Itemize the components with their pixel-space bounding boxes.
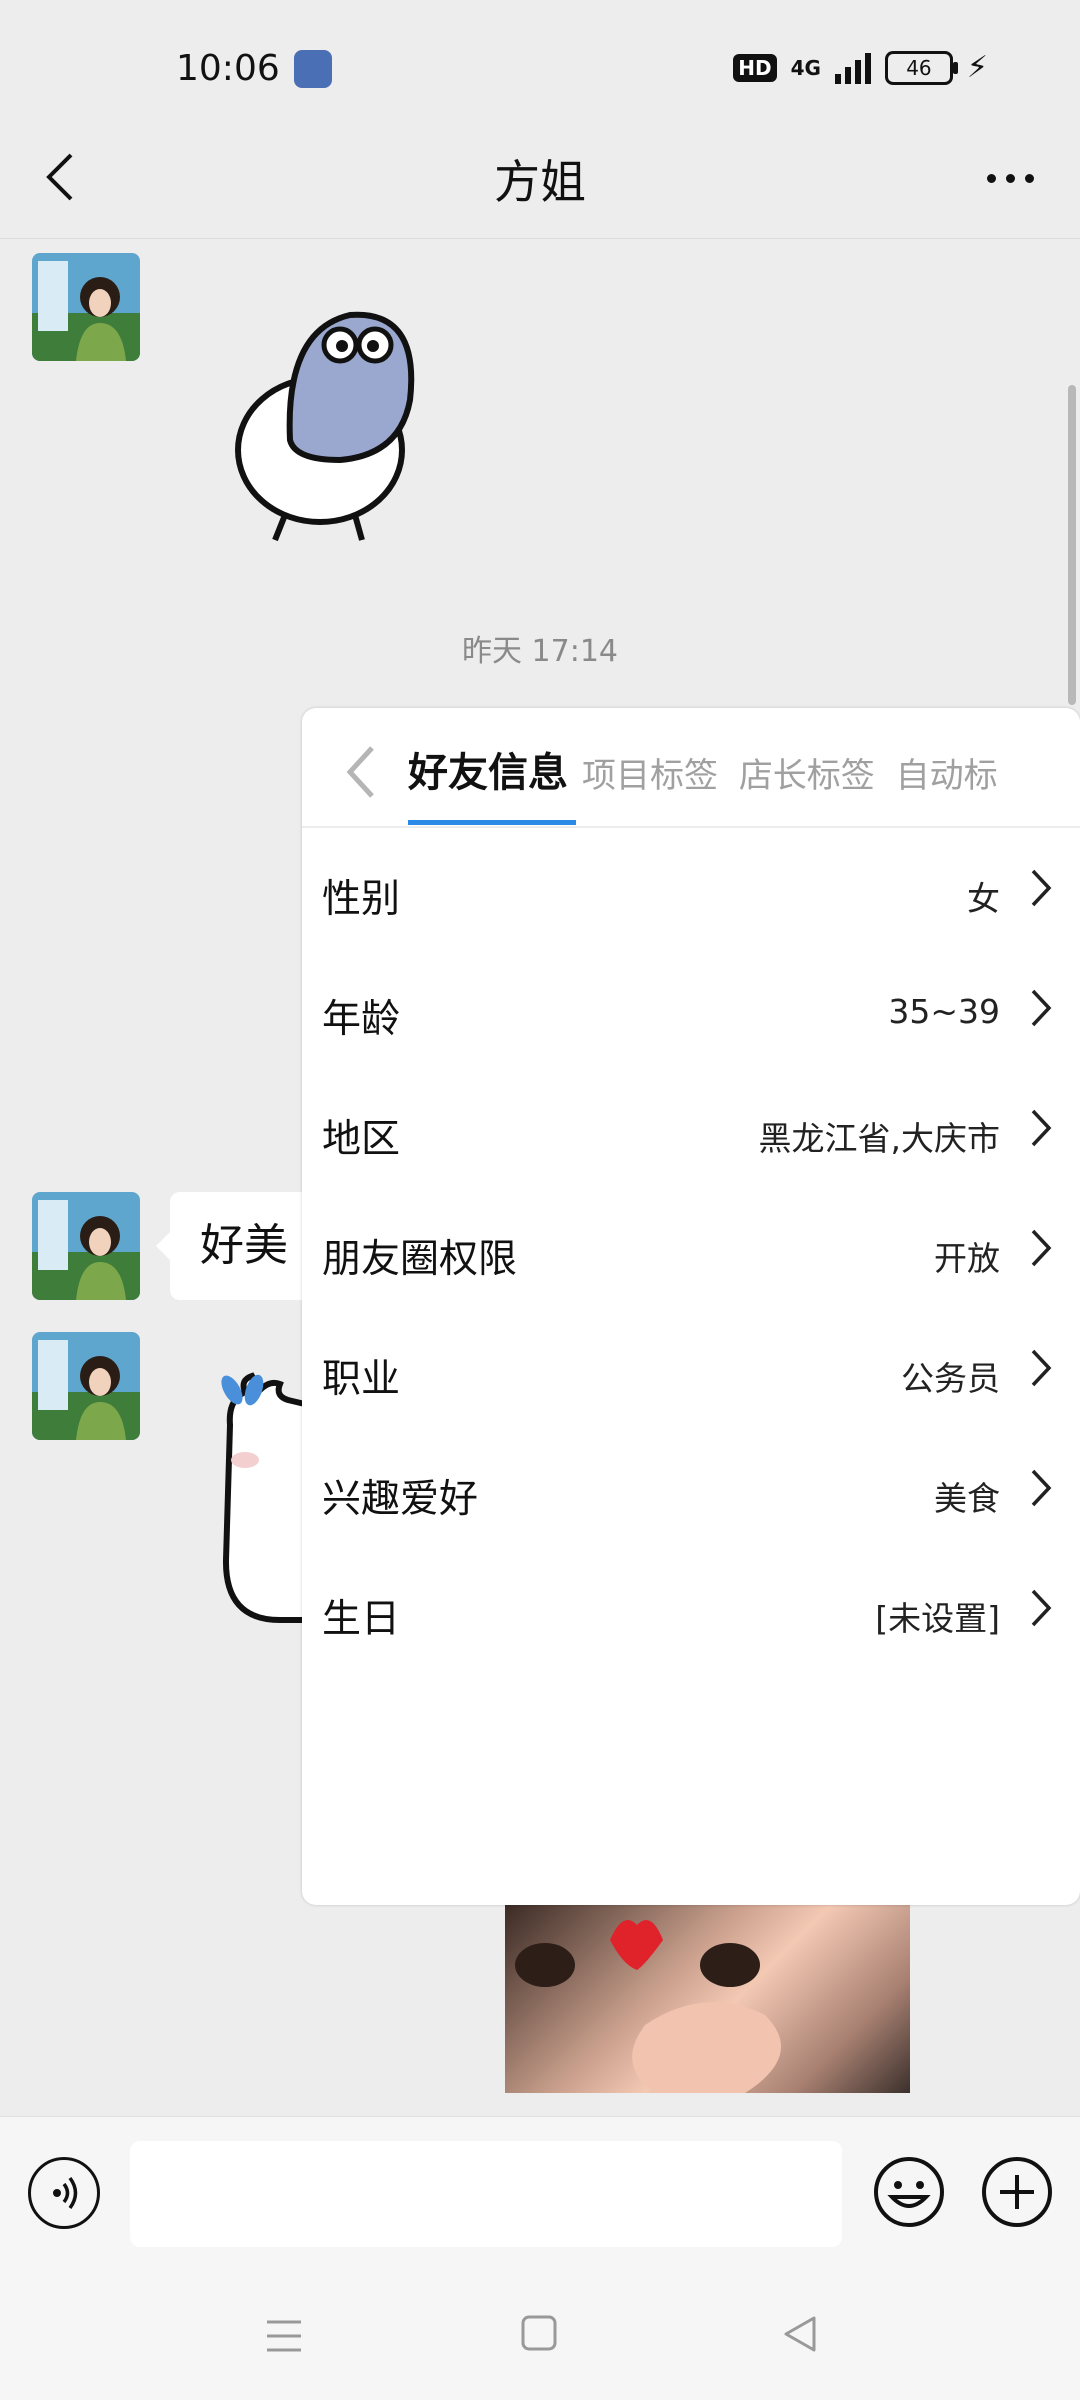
voice-button[interactable]	[28, 2157, 100, 2229]
photo-message[interactable]	[505, 1905, 910, 2093]
status-indicators: HD 4G 46 ⚡	[733, 50, 988, 85]
back-triangle-icon[interactable]	[780, 2314, 820, 2354]
chevron-right-icon	[1031, 989, 1052, 1027]
message-input[interactable]	[130, 2141, 842, 2247]
status-bar: 10:06 HD 4G 46 ⚡	[0, 0, 1080, 140]
avatar[interactable]	[32, 1192, 140, 1300]
chevron-right-icon	[1031, 1349, 1052, 1387]
avatar[interactable]	[32, 253, 140, 361]
row-value: 黑龙江省,大庆市	[758, 1119, 1001, 1158]
chevron-right-icon	[1031, 1589, 1052, 1627]
row-label: 年龄	[322, 997, 401, 1042]
chevron-right-icon	[1031, 1109, 1052, 1147]
charging-icon: ⚡	[966, 50, 988, 85]
chevron-right-icon	[1031, 1229, 1052, 1267]
panel-tabs: 好友信息 项目标签 店长标签 自动标	[302, 708, 1080, 828]
network-type: 4G	[790, 55, 821, 80]
row-value: 女	[967, 879, 1000, 918]
battery-icon: 46	[884, 50, 958, 85]
tab-manager-tags[interactable]: 店长标签	[739, 756, 875, 796]
chat-title: 方姐	[494, 155, 586, 209]
chevron-left-icon[interactable]	[342, 744, 378, 800]
chevron-right-icon	[1031, 869, 1052, 907]
info-list: 性别 女 年龄 35~39 地区 黑龙江省,大庆市 朋友圈权限 开放 职业 公务…	[302, 828, 1080, 1668]
row-value: 35~39	[888, 992, 1000, 1031]
row-value: 公务员	[901, 1359, 1000, 1398]
other-tabs: 项目标签 店长标签 自动标	[582, 748, 1080, 797]
tab-auto-tags[interactable]: 自动标	[896, 756, 998, 796]
more-dots-icon	[986, 173, 996, 183]
info-row-hobbies[interactable]: 兴趣爱好 美食	[302, 1428, 1080, 1548]
system-nav-bar	[0, 2276, 1080, 2400]
chevron-right-icon	[1031, 1469, 1052, 1507]
info-row-moments-permission[interactable]: 朋友圈权限 开放	[302, 1188, 1080, 1308]
row-label: 性别	[322, 877, 401, 922]
row-label: 生日	[322, 1597, 401, 1642]
status-time: 10:06	[176, 48, 280, 89]
message-bubble[interactable]: 好美	[156, 1192, 318, 1300]
row-label: 职业	[322, 1357, 401, 1402]
voice-icon	[53, 2176, 78, 2210]
row-value: [未设置]	[875, 1599, 1000, 1638]
row-label: 朋友圈权限	[322, 1237, 518, 1282]
tab-friend-info[interactable]: 好友信息	[408, 740, 568, 798]
message-timestamp: 昨天 17:14	[462, 634, 618, 669]
scrollbar[interactable]	[1068, 385, 1076, 705]
input-bar	[0, 2116, 1080, 2277]
row-label: 兴趣爱好	[322, 1477, 479, 1522]
info-row-age[interactable]: 年龄 35~39	[302, 948, 1080, 1068]
info-row-gender[interactable]: 性别 女	[302, 828, 1080, 948]
penguin-sticker[interactable]	[230, 290, 450, 550]
info-row-occupation[interactable]: 职业 公务员	[302, 1308, 1080, 1428]
emoji-icon[interactable]	[872, 2155, 946, 2229]
plus-icon[interactable]	[980, 2155, 1054, 2229]
info-row-birthday[interactable]: 生日 [未设置]	[302, 1548, 1080, 1668]
row-value: 开放	[934, 1239, 1000, 1278]
active-tab-indicator	[408, 820, 576, 825]
hd-icon: HD	[733, 53, 777, 82]
row-value: 美食	[934, 1479, 1000, 1518]
notification-app-icon	[294, 50, 332, 88]
menu-icon[interactable]	[264, 2316, 304, 2356]
tab-project-tags[interactable]: 项目标签	[582, 756, 718, 796]
row-label: 地区	[322, 1117, 401, 1162]
info-row-region[interactable]: 地区 黑龙江省,大庆市	[302, 1068, 1080, 1188]
chat-header: 方姐	[0, 120, 1080, 239]
more-button[interactable]	[970, 148, 1050, 208]
avatar[interactable]	[32, 1332, 140, 1440]
signal-icon	[834, 52, 871, 84]
home-icon[interactable]	[520, 2314, 558, 2352]
friend-info-panel: 好友信息 项目标签 店长标签 自动标 性别 女 年龄 35~39 地区 黑龙江省…	[302, 708, 1080, 1905]
